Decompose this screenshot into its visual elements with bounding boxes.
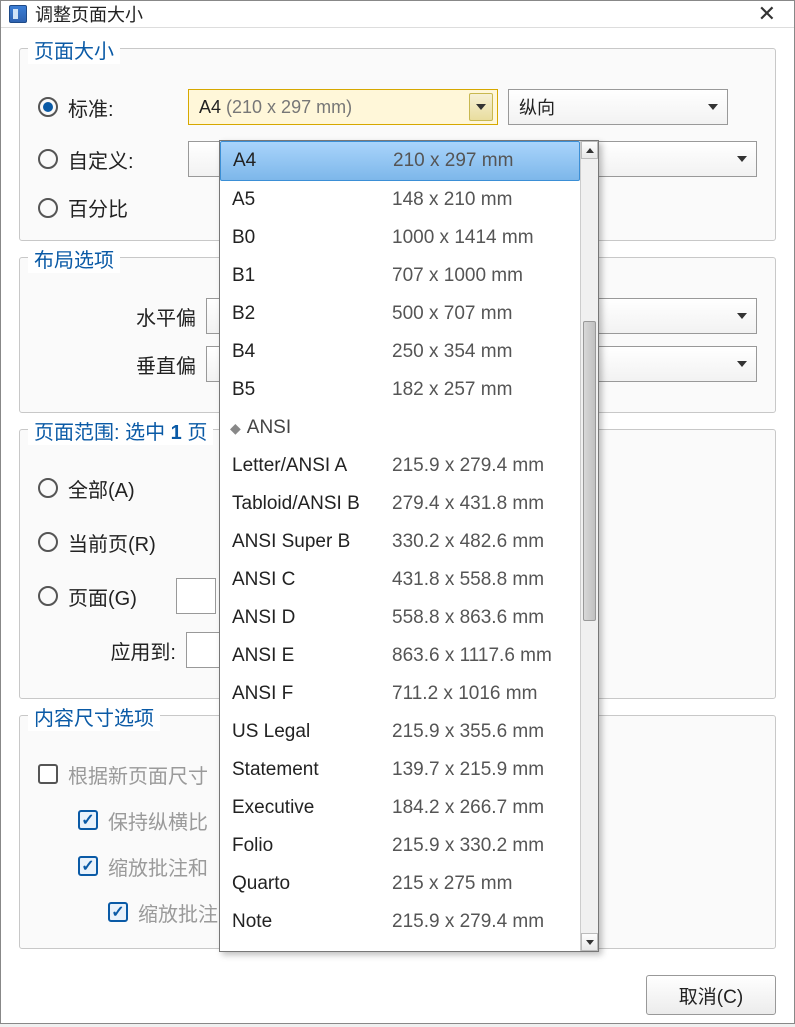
radio-custom-label: 自定义: (68, 145, 168, 174)
close-icon[interactable]: ✕ (748, 1, 786, 27)
radio-standard[interactable] (38, 97, 58, 117)
chevron-down-icon[interactable] (703, 104, 723, 110)
titlebar: 调整页面大小 ✕ (1, 1, 794, 28)
chevron-down-icon[interactable] (732, 361, 752, 367)
scrollbar-thumb[interactable] (583, 321, 596, 621)
radio-percent-label: 百分比 (68, 193, 168, 222)
dropdown-item[interactable]: ANSI F711.2 x 1016 mm (220, 675, 580, 713)
v-offset-label: 垂直偏 (118, 350, 206, 379)
scrollbar[interactable] (580, 141, 598, 951)
cancel-button[interactable]: 取消(C) (646, 975, 776, 1015)
dialog-footer: 取消(C) (1, 967, 794, 1027)
dialog-window: 调整页面大小 ✕ 页面大小 标准: A4 (210 x 297 mm) 纵向 (0, 0, 795, 1024)
dropdown-item[interactable]: US Legal215.9 x 355.6 mm (220, 713, 580, 751)
panel-title-page-range: 页面范围: 选中 1 页 (28, 416, 213, 445)
radio-all-label: 全部(A) (68, 474, 168, 503)
check-resize-label: 根据新页面尺寸 (68, 760, 208, 789)
radio-current-page[interactable] (38, 532, 58, 552)
combo-standard-size[interactable]: A4 (210 x 297 mm) (188, 89, 498, 125)
chevron-down-icon[interactable] (732, 313, 752, 319)
check-scale-annot-label: 缩放批注和 (108, 852, 208, 881)
radio-percent[interactable] (38, 198, 58, 218)
combo-orientation[interactable]: 纵向 (508, 89, 728, 125)
radio-current-label: 当前页(R) (68, 528, 168, 557)
dialog-body: 页面大小 标准: A4 (210 x 297 mm) 纵向 (1, 28, 794, 967)
radio-pages-label: 页面(G) (68, 582, 168, 611)
dropdown-item[interactable]: A5148 x 210 mm (220, 181, 580, 219)
dropdown-item[interactable]: ANSI Super B330.2 x 482.6 mm (220, 523, 580, 561)
dropdown-item[interactable]: Letter/ANSI A215.9 x 279.4 mm (220, 447, 580, 485)
check-scale-annot-2[interactable] (108, 902, 128, 922)
check-scale-annot[interactable] (78, 856, 98, 876)
dropdown-item[interactable]: Quarto215 x 275 mm (220, 865, 580, 903)
check-resize-to-page[interactable] (38, 764, 58, 784)
panel-title-content-size: 内容尺寸选项 (28, 702, 160, 731)
combo-standard-dims: (210 x 297 mm) (221, 97, 352, 117)
dropdown-item[interactable]: ANSI D558.8 x 863.6 mm (220, 599, 580, 637)
radio-standard-label: 标准: (68, 93, 168, 122)
combo-standard-name: A4 (199, 97, 221, 117)
radio-all-pages[interactable] (38, 478, 58, 498)
apply-to-label: 应用到: (98, 636, 186, 665)
scroll-down-icon[interactable] (581, 933, 598, 951)
dropdown-item[interactable]: Executive184.2 x 266.7 mm (220, 789, 580, 827)
check-keep-aspect[interactable] (78, 810, 98, 830)
dropdown-item[interactable]: Folio215.9 x 330.2 mm (220, 827, 580, 865)
dropdown-page-sizes[interactable]: A4210 x 297 mmA5148 x 210 mmB01000 x 141… (219, 140, 599, 952)
dropdown-item[interactable]: B01000 x 1414 mm (220, 219, 580, 257)
radio-pages[interactable] (38, 586, 58, 606)
check-aspect-label: 保持纵横比 (108, 806, 208, 835)
window-title: 调整页面大小 (35, 1, 143, 27)
radio-custom[interactable] (38, 149, 58, 169)
dropdown-item[interactable]: B5182 x 257 mm (220, 371, 580, 409)
dropdown-group-header: ◆ANSI (220, 409, 580, 447)
h-offset-label: 水平偏 (118, 302, 206, 331)
chevron-down-icon[interactable] (469, 93, 493, 121)
dropdown-item[interactable]: ANSI C431.8 x 558.8 mm (220, 561, 580, 599)
panel-title-layout: 布局选项 (28, 244, 120, 273)
dropdown-item[interactable]: A4210 x 297 mm (220, 141, 580, 181)
check-scale-annot-2-label: 缩放批注 (138, 898, 218, 927)
dropdown-item[interactable]: B1707 x 1000 mm (220, 257, 580, 295)
chevron-down-icon[interactable] (732, 156, 752, 162)
dropdown-item[interactable]: B2500 x 707 mm (220, 295, 580, 333)
input-pages[interactable] (176, 578, 216, 614)
dropdown-item[interactable]: B4250 x 354 mm (220, 333, 580, 371)
combo-orientation-value: 纵向 (519, 94, 703, 120)
dropdown-item[interactable]: Note215.9 x 279.4 mm (220, 903, 580, 941)
dropdown-list: A4210 x 297 mmA5148 x 210 mmB01000 x 141… (220, 141, 580, 951)
dropdown-item[interactable]: Tabloid/ANSI B279.4 x 431.8 mm (220, 485, 580, 523)
dropdown-item[interactable]: Statement139.7 x 215.9 mm (220, 751, 580, 789)
dropdown-item[interactable]: ANSI E863.6 x 1117.6 mm (220, 637, 580, 675)
panel-title-page-size: 页面大小 (28, 35, 120, 64)
scroll-up-icon[interactable] (581, 141, 598, 159)
app-icon (9, 5, 27, 23)
